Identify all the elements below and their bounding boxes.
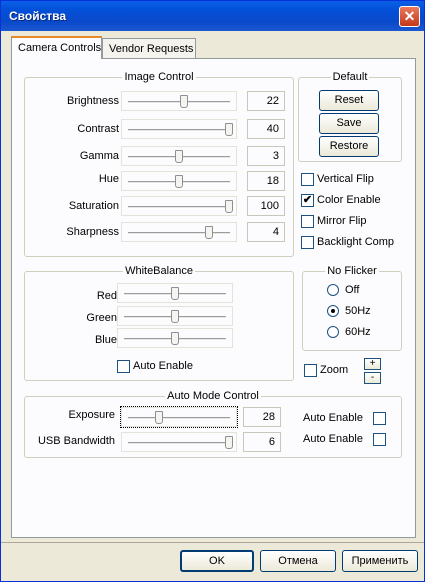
save-button[interactable]: Save [319,113,379,134]
exposure-label: Exposure [68,409,115,421]
green-slider[interactable] [117,306,233,326]
blue-slider[interactable] [117,328,233,348]
hue-value: 18 [247,171,285,191]
mirror-flip-label: Mirror Flip [317,215,367,227]
saturation-slider[interactable] [121,196,237,216]
title-bar: Свойства ✕ [1,1,424,31]
usb-bandwidth-slider[interactable] [121,432,237,452]
flicker-off-radio[interactable] [327,284,339,296]
no-flicker-title: No Flicker [325,265,379,277]
apply-button[interactable]: Применить [342,550,418,572]
contrast-slider[interactable] [121,119,237,139]
blue-label: Blue [94,334,117,346]
default-title: Default [330,71,370,83]
wb-auto-enable-checkbox[interactable] [117,360,130,373]
zoom-minus-button[interactable]: - [364,372,381,384]
close-icon[interactable]: ✕ [399,6,420,27]
flicker-60hz-radio[interactable] [327,326,339,338]
red-label: Red [96,290,117,302]
usb-auto-enable-checkbox[interactable] [373,433,386,446]
auto-mode-title: Auto Mode Control [165,390,261,402]
brightness-value: 22 [247,91,285,111]
hue-label: Hue [98,173,119,185]
restore-button[interactable]: Restore [319,136,379,157]
gamma-slider[interactable] [121,146,237,166]
properties-dialog: Свойства ✕ Camera Controls Vendor Reques… [0,0,425,582]
gamma-value: 3 [247,146,285,166]
flicker-50hz-radio[interactable] [327,305,339,317]
sharpness-value: 4 [247,222,285,242]
ok-button[interactable]: OK [180,550,254,572]
saturation-label: Saturation [68,200,119,212]
auto-mode-group: Auto Mode Control Exposure 28 Auto Enabl… [24,390,402,458]
brightness-label: Brightness [67,95,119,107]
gamma-label: Gamma [79,150,119,162]
vertical-flip-checkbox[interactable] [301,173,314,186]
zoom-label: Zoom [320,364,349,376]
usb-auto-enable-label: Auto Enable [303,433,363,445]
color-enable-label: Color Enable [317,194,381,206]
green-label: Green [86,312,117,324]
flicker-60hz-label: 60Hz [345,326,371,338]
sharpness-slider[interactable] [121,222,237,242]
backlight-comp-checkbox[interactable] [301,236,314,249]
backlight-comp-label: Backlight Comp [317,236,395,248]
color-enable-checkbox[interactable]: ✔ [301,194,314,207]
contrast-label: Contrast [77,123,119,135]
default-group: Default Reset Save Restore [298,71,402,162]
tab-camera-controls[interactable]: Camera Controls [11,36,102,59]
image-control-group: Image Control Brightness 22 Contrast 40 … [24,71,294,257]
mirror-flip-checkbox[interactable] [301,215,314,228]
brightness-slider[interactable] [121,91,237,111]
window-title: Свойства [9,9,67,23]
image-control-title: Image Control [122,71,196,83]
exposure-slider[interactable] [120,406,238,428]
footer-divider [1,542,424,543]
no-flicker-group: No Flicker Off 50Hz 60Hz [302,265,402,351]
reset-button[interactable]: Reset [319,90,379,111]
exposure-value: 28 [243,407,281,427]
zoom-plus-button[interactable]: + [364,358,381,370]
white-balance-group: WhiteBalance Red Green Blue Auto Enable [24,265,294,381]
flicker-off-label: Off [345,284,360,296]
usb-bandwidth-value: 6 [243,432,281,452]
usb-bandwidth-label: USB Bandwidth [37,435,115,447]
exposure-auto-enable-label: Auto Enable [303,412,363,424]
cancel-button[interactable]: Отмена [260,550,336,572]
exposure-auto-enable-checkbox[interactable] [373,412,386,425]
contrast-value: 40 [247,119,285,139]
camera-controls-panel: Image Control Brightness 22 Contrast 40 … [11,58,416,538]
tab-vendor-requests[interactable]: Vendor Requests [102,38,196,59]
flicker-50hz-label: 50Hz [345,305,371,317]
red-slider[interactable] [117,283,233,303]
vertical-flip-label: Vertical Flip [317,173,374,185]
saturation-value: 100 [247,196,285,216]
white-balance-title: WhiteBalance [123,265,195,277]
hue-slider[interactable] [121,171,237,191]
wb-auto-enable-label: Auto Enable [133,360,193,372]
sharpness-label: Sharpness [66,226,119,238]
zoom-checkbox[interactable] [304,364,317,377]
